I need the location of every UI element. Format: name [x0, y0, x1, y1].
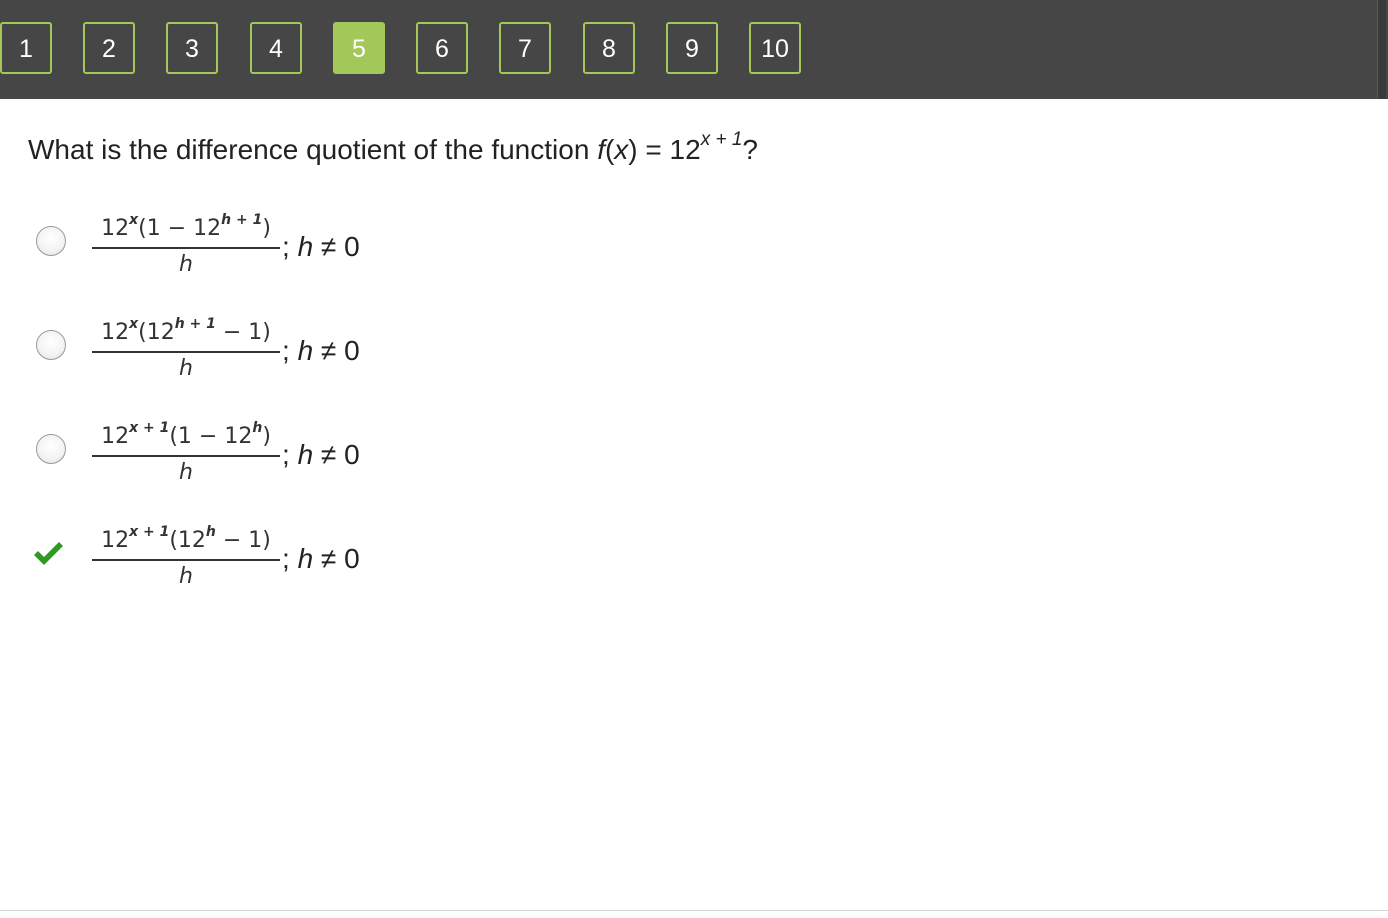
fraction-numerator: 12x + 1(12h − 1)	[92, 523, 280, 555]
answer-fraction: 12x + 1(12h − 1) h	[92, 515, 280, 595]
fraction-numerator: 12x + 1(1 − 12h)	[92, 419, 280, 451]
answer-condition: ; h ≠ 0	[282, 543, 360, 574]
condition-text: ≠ 0	[313, 543, 360, 574]
answer-fraction: 12x(1 − 12h + 1) h	[92, 203, 280, 283]
answer-option-4-correct[interactable]: 12x + 1(12h − 1) h ; h ≠ 0	[0, 515, 700, 595]
answer-condition: ; h ≠ 0	[282, 335, 360, 366]
num-end: − 1)	[215, 320, 271, 345]
question-function-base: ) = 12	[628, 134, 701, 165]
checkmark-icon	[34, 542, 63, 565]
question-nav-button-2[interactable]: 2	[83, 22, 135, 74]
num-middle: (12	[169, 528, 206, 553]
num-exponent-1: x + 1	[129, 419, 170, 436]
question-nav-button-5-current[interactable]: 5	[333, 22, 385, 74]
fraction-bar	[92, 351, 280, 353]
answer-option-3[interactable]: 12x + 1(1 − 12h) h ; h ≠ 0	[0, 411, 700, 491]
question-nav-button-7[interactable]: 7	[499, 22, 551, 74]
question-exponent: x + 1	[700, 128, 743, 150]
question-nav-button-6[interactable]: 6	[416, 22, 468, 74]
num-end: − 1)	[215, 528, 271, 553]
radio-button[interactable]	[36, 330, 66, 360]
condition-variable: h	[297, 439, 314, 470]
num-end: )	[262, 216, 271, 241]
num-base: 12	[101, 216, 130, 241]
fraction-denominator: h	[179, 356, 193, 381]
answer-option-1[interactable]: 12x(1 − 12h + 1) h ; h ≠ 0	[0, 203, 700, 283]
radio-button[interactable]	[36, 226, 66, 256]
fraction-denominator: h	[179, 460, 193, 485]
condition-text: ≠ 0	[313, 335, 360, 366]
num-middle: (1 − 12	[169, 424, 253, 449]
num-exponent-1: x	[129, 211, 139, 228]
fraction-bar	[92, 247, 280, 249]
fraction-numerator: 12x(1 − 12h + 1)	[92, 211, 280, 243]
num-exponent-2: h + 1	[221, 211, 263, 228]
num-exponent-1: x	[129, 315, 139, 332]
question-nav-button-4[interactable]: 4	[250, 22, 302, 74]
question-nav-button-8[interactable]: 8	[583, 22, 635, 74]
question-suffix: ?	[742, 134, 758, 165]
answer-condition: ; h ≠ 0	[282, 439, 360, 470]
num-middle: (1 − 12	[138, 216, 222, 241]
radio-button[interactable]	[36, 434, 66, 464]
fraction-bar	[92, 559, 280, 561]
num-middle: (12	[138, 320, 175, 345]
nav-scrollbar[interactable]	[1377, 0, 1386, 99]
question-prefix: What is the difference quotient of the f…	[28, 134, 598, 165]
answer-option-2[interactable]: 12x(12h + 1 − 1) h ; h ≠ 0	[0, 307, 700, 387]
fraction-numerator: 12x(12h + 1 − 1)	[92, 315, 280, 347]
condition-variable: h	[297, 543, 314, 574]
num-exponent-1: x + 1	[129, 523, 170, 540]
condition-variable: h	[297, 231, 314, 262]
num-exponent-2: h	[252, 419, 263, 436]
condition-variable: h	[297, 335, 314, 366]
num-exponent-2: h + 1	[174, 315, 216, 332]
num-base: 12	[101, 528, 130, 553]
num-base: 12	[101, 424, 130, 449]
question-nav-button-3[interactable]: 3	[166, 22, 218, 74]
question-paren-open: (	[604, 134, 615, 165]
num-end: )	[262, 424, 271, 449]
question-function-variable: x	[614, 134, 629, 165]
condition-text: ≠ 0	[313, 439, 360, 470]
fraction-denominator: h	[179, 564, 193, 589]
question-nav-button-10[interactable]: 10	[749, 22, 801, 74]
question-function-name: f	[597, 134, 605, 165]
question-nav-button-9[interactable]: 9	[666, 22, 718, 74]
fraction-denominator: h	[179, 252, 193, 277]
answer-fraction: 12x + 1(1 − 12h) h	[92, 411, 280, 491]
fraction-bar	[92, 455, 280, 457]
bottom-divider	[0, 910, 1388, 911]
question-text: What is the difference quotient of the f…	[28, 130, 758, 170]
num-exponent-2: h	[205, 523, 216, 540]
answer-condition: ; h ≠ 0	[282, 231, 360, 262]
condition-text: ≠ 0	[313, 231, 360, 262]
num-base: 12	[101, 320, 130, 345]
question-nav-button-1[interactable]: 1	[0, 22, 52, 74]
question-nav-bar: 1 2 3 4 5 6 7 8 9 10	[0, 0, 1388, 99]
answer-fraction: 12x(12h + 1 − 1) h	[92, 307, 280, 387]
